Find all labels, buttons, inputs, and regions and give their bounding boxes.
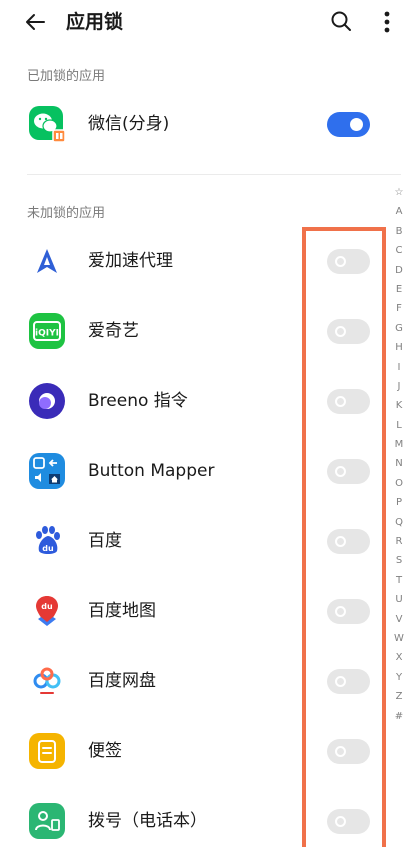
index-hash[interactable]: #: [392, 707, 406, 726]
index-b[interactable]: B: [392, 222, 406, 241]
app-lock-toggle[interactable]: [327, 319, 370, 344]
header: 应用锁: [0, 0, 406, 44]
index-o[interactable]: O: [392, 474, 406, 493]
app-lock-toggle[interactable]: [327, 529, 370, 554]
breeno-icon: [29, 383, 65, 419]
app-lock-toggle[interactable]: [327, 112, 370, 137]
app-row-notes: 便签: [0, 716, 390, 786]
app-lock-toggle[interactable]: [327, 739, 370, 764]
app-row-breeno: Breeno 指令: [0, 366, 390, 436]
app-name: 百度网盘: [88, 671, 156, 691]
index-a[interactable]: A: [392, 202, 406, 221]
toggle-knob: [335, 606, 346, 617]
toggle-knob: [335, 746, 346, 757]
app-lock-toggle[interactable]: [327, 669, 370, 694]
alphabet-index: ☆ A B C D E F G H I J K L M N O P Q R S …: [392, 183, 406, 726]
app-name: 微信(分身): [88, 114, 170, 134]
baidu-netdisk-icon: [29, 663, 65, 699]
toggle-knob: [335, 396, 346, 407]
index-e[interactable]: E: [392, 280, 406, 299]
toggle-knob: [335, 536, 346, 547]
toggle-knob: [350, 118, 363, 131]
index-u[interactable]: U: [392, 590, 406, 609]
toggle-knob: [335, 676, 346, 687]
app-lock-toggle[interactable]: [327, 809, 370, 834]
button-mapper-icon: [29, 453, 65, 489]
back-arrow-icon[interactable]: [24, 10, 48, 34]
app-row-ajiasu: 爱加速代理: [0, 226, 390, 296]
index-h[interactable]: H: [392, 338, 406, 357]
page-title: 应用锁: [66, 11, 124, 33]
app-name: Button Mapper: [88, 461, 215, 481]
index-x[interactable]: X: [392, 648, 406, 667]
app-row-baidu-map: du 百度地图: [0, 576, 390, 646]
app-lock-toggle[interactable]: [327, 599, 370, 624]
section-divider: [27, 174, 401, 175]
index-i[interactable]: I: [392, 358, 406, 377]
toggle-knob: [335, 326, 346, 337]
app-name: 百度地图: [88, 601, 156, 621]
index-y[interactable]: Y: [392, 668, 406, 687]
unlocked-section-label: 未加锁的应用: [27, 206, 106, 221]
baidu-paw-icon: du: [29, 523, 65, 559]
more-options-icon[interactable]: [380, 9, 394, 35]
index-d[interactable]: D: [392, 261, 406, 280]
search-icon[interactable]: [329, 9, 353, 33]
app-name: 拨号（电话本）: [88, 811, 207, 831]
app-row-baidu: du 百度: [0, 506, 390, 576]
index-f[interactable]: F: [392, 299, 406, 318]
app-lock-toggle[interactable]: [327, 459, 370, 484]
index-t[interactable]: T: [392, 571, 406, 590]
index-r[interactable]: R: [392, 532, 406, 551]
baidu-map-logo-text: du: [41, 602, 53, 611]
toggle-knob: [335, 256, 346, 267]
app-row-baidu-netdisk: 百度网盘: [0, 646, 390, 716]
app-lock-toggle[interactable]: [327, 249, 370, 274]
app-name: Breeno 指令: [88, 391, 188, 411]
ajiasu-icon: [29, 243, 65, 279]
app-lock-toggle[interactable]: [327, 389, 370, 414]
app-name: 爱奇艺: [88, 321, 139, 341]
index-z[interactable]: Z: [392, 687, 406, 706]
app-row-dialer: 拨号（电话本）: [0, 786, 390, 856]
index-star[interactable]: ☆: [392, 183, 406, 202]
iqiyi-icon: iQIYI: [29, 313, 65, 349]
index-j[interactable]: J: [392, 377, 406, 396]
index-s[interactable]: S: [392, 551, 406, 570]
app-row-iqiyi: iQIYI 爱奇艺: [0, 296, 390, 366]
index-g[interactable]: G: [392, 319, 406, 338]
index-w[interactable]: W: [392, 629, 406, 648]
index-p[interactable]: P: [392, 493, 406, 512]
baidu-logo-text: du: [42, 544, 54, 553]
index-v[interactable]: V: [392, 610, 406, 629]
wechat-clone-icon: [29, 106, 66, 143]
locked-app-row: 微信(分身): [0, 89, 390, 159]
locked-section-label: 已加锁的应用: [27, 69, 106, 84]
index-k[interactable]: K: [392, 396, 406, 415]
app-name: 便签: [88, 741, 122, 761]
index-c[interactable]: C: [392, 241, 406, 260]
toggle-knob: [335, 816, 346, 827]
index-m[interactable]: M: [392, 435, 406, 454]
app-row-button-mapper: Button Mapper: [0, 436, 390, 506]
iqiyi-logo-text: iQIYI: [35, 329, 59, 339]
app-name: 百度: [88, 531, 122, 551]
toggle-knob: [335, 466, 346, 477]
index-n[interactable]: N: [392, 454, 406, 473]
dialer-icon: [29, 803, 65, 839]
index-l[interactable]: L: [392, 416, 406, 435]
index-q[interactable]: Q: [392, 513, 406, 532]
app-name: 爱加速代理: [88, 251, 173, 271]
notes-icon: [29, 733, 65, 769]
baidu-map-icon: du: [29, 593, 65, 629]
